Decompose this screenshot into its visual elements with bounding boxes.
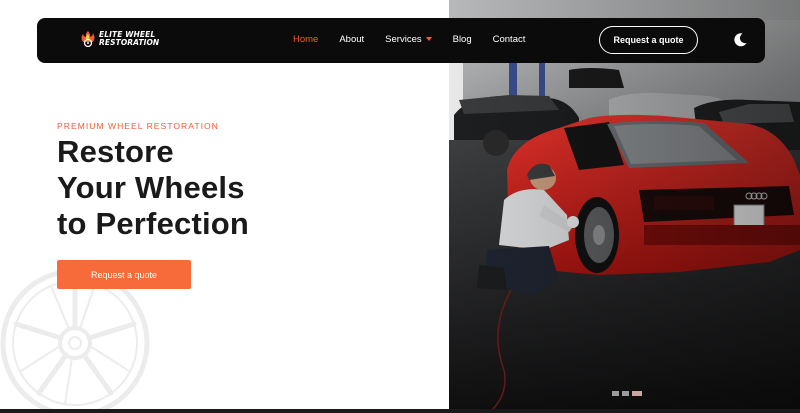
slider-dot-active[interactable] — [632, 391, 642, 396]
moon-icon[interactable] — [732, 32, 748, 48]
nav-item-about[interactable]: About — [339, 34, 364, 45]
nav-item-home[interactable]: Home — [293, 34, 318, 45]
chevron-down-icon — [425, 37, 432, 41]
hero-headline: Restore Your Wheels to Perfection — [57, 134, 249, 242]
nav-item-contact[interactable]: Contact — [493, 34, 526, 45]
brand-line-2: RESTORATION — [99, 38, 160, 47]
slider-dot[interactable] — [612, 391, 619, 396]
hero-request-quote-button[interactable]: Request a quote — [57, 260, 191, 289]
page-bottom-border — [0, 409, 800, 413]
nav-request-quote-button[interactable]: Request a quote — [599, 26, 698, 54]
nav-menu: Home About Services Blog Contact — [293, 34, 546, 45]
nav-item-services-label: Services — [385, 34, 422, 45]
hero-eyebrow: PREMIUM WHEEL RESTORATION — [57, 121, 219, 131]
nav-item-blog[interactable]: Blog — [453, 34, 472, 45]
flame-wheel-logo-icon — [81, 31, 95, 47]
slider-pagination — [612, 391, 645, 396]
nav-item-services[interactable]: Services — [385, 34, 432, 45]
top-navbar: ELITE WHEEL RESTORATION Home About Servi… — [37, 18, 765, 63]
headline-line: Restore — [57, 134, 174, 169]
headline-line: Your Wheels — [57, 170, 245, 205]
brand-name: ELITE WHEEL RESTORATION — [99, 31, 159, 47]
headline-line: to Perfection — [57, 206, 250, 241]
brand-logo[interactable]: ELITE WHEEL RESTORATION — [81, 31, 159, 47]
slider-dot[interactable] — [622, 391, 629, 396]
